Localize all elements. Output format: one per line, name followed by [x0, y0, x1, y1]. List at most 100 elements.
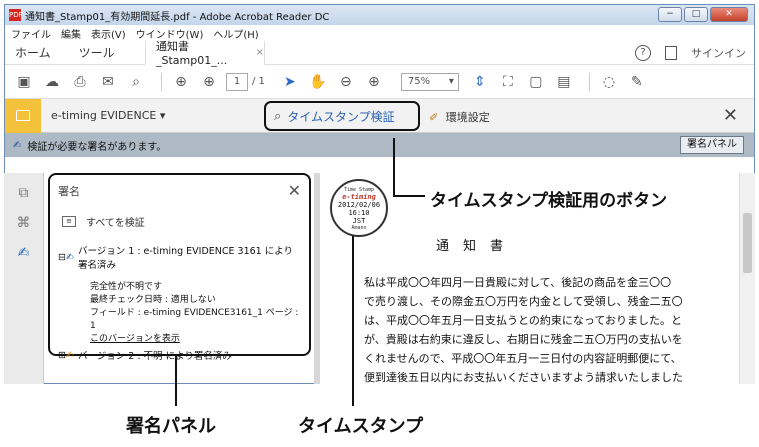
signature-unknown-icon-2: ✍ — [65, 349, 74, 361]
pages-icon[interactable]: ⧉ — [19, 185, 29, 201]
field-info: フィールド : e-timing EVIDENCE3161_1 ページ : 1 — [90, 308, 299, 331]
full-screen-icon[interactable]: ⛶ — [497, 71, 519, 93]
stamp-date: 2012/02/06 — [337, 201, 381, 209]
zoom-select[interactable]: 75% — [400, 72, 459, 91]
stamp-search-icon: ⌕ — [274, 108, 282, 124]
upload-cloud-icon[interactable]: ☁ — [41, 71, 63, 93]
zoom-in-icon[interactable]: ⊕ — [363, 71, 385, 93]
callout-line-panel — [175, 356, 177, 406]
hand-tool-icon[interactable]: ✋ — [307, 71, 329, 93]
stamp-zone: JST — [352, 217, 366, 225]
read-mode-icon[interactable]: ▢ — [525, 71, 547, 93]
maximize-button[interactable]: □ — [684, 7, 708, 22]
close-tab-icon[interactable]: × — [256, 47, 264, 58]
vertical-scrollbar[interactable] — [739, 173, 755, 384]
menu-file[interactable]: ファイル — [11, 26, 51, 41]
time-stamp-seal: Time Stamp e-timing 2012/02/06 16:10 JST… — [330, 179, 388, 237]
page-number-input[interactable]: 1 — [226, 72, 248, 91]
verify-all-label: すべてを検証 — [86, 218, 145, 229]
settings-label: 環境設定 — [445, 111, 490, 124]
collapse-icon[interactable]: ⊟ — [58, 252, 66, 263]
window-title: 通知書_Stamp01_有効期間延長.pdf - Adobe Acrobat R… — [25, 11, 330, 23]
document-title: 通知書 — [436, 239, 518, 254]
scrollbar-thumb[interactable] — [743, 213, 752, 273]
signature-panel: 署名 ✕ ≡ すべてを検証 ⊟ ✍ バージョン 1 : e-timing EVI… — [48, 173, 311, 362]
signature-bar: ✍ 検証が必要な署名があります。 署名パネル — [5, 133, 754, 157]
folder-icon[interactable] — [5, 98, 41, 133]
evidence-plugin-bar: e-timing EVIDENCE ▾ ⌕ タイムスタンプ検証 ✐ 環境設定 ✕ — [5, 98, 754, 133]
signature-warning-icon: ✍ — [13, 139, 22, 151]
save-icon[interactable]: ▣ — [13, 71, 35, 93]
search-icon[interactable]: ⌕ — [125, 71, 147, 93]
toolbar: ▣ ☁ ⎙ ✉ ⌕ ⊕ ⊕ 1 / 1 ➤ ✋ ⊖ ⊕ 75% ⇕ ⛶ ▢ ▤ … — [5, 65, 754, 99]
toolbar-divider-2 — [588, 72, 590, 91]
document-tab-label: 通知書_Stamp01_... — [156, 39, 228, 67]
close-panel-icon[interactable]: ✕ — [288, 181, 301, 200]
zoom-out-icon[interactable]: ⊖ — [335, 71, 357, 93]
last-check: 最終チェック日時 : 適用しない — [90, 295, 216, 305]
menu-bar: ファイル 編集 表示(V) ウインドウ(W) ヘルプ(H) — [5, 25, 754, 41]
pen-icon[interactable]: ✎ — [626, 71, 648, 93]
document-body: 私は平成〇〇年四月一日貴殿に対して、後記の商品を金三〇〇 で売り渡し、その際金五… — [364, 273, 737, 384]
pdf-app-icon: PDF — [9, 9, 23, 21]
verify-all-button[interactable]: ≡ すべてを検証 — [58, 214, 301, 229]
minimize-button[interactable]: − — [658, 7, 682, 22]
fit-page-icon[interactable]: ⇕ — [469, 71, 491, 93]
timestamp-verify-label: タイムスタンプ検証 — [287, 109, 395, 124]
stamp-logo: e-timing — [342, 193, 376, 201]
attachment-icon[interactable]: ⌘ — [17, 215, 31, 231]
select-arrow-icon[interactable]: ➤ — [279, 71, 301, 93]
signature-panel-button[interactable]: 署名パネル — [680, 136, 744, 154]
toolbar-divider — [161, 72, 162, 91]
callout-signature-panel: 署名パネル — [126, 416, 216, 437]
callout-line-stamp — [352, 236, 354, 406]
tab-document[interactable]: 通知書_Stamp01_... × — [145, 39, 265, 67]
help-icon[interactable]: ? — [635, 45, 651, 61]
version1-label: バージョン 1 : e-timing EVIDENCE 3161 により署名済み — [77, 246, 294, 271]
plugin-dropdown[interactable]: e-timing EVIDENCE ▾ — [51, 109, 165, 122]
title-bar: PDF 通知書_Stamp01_有効期間延長.pdf - Adobe Acrob… — [5, 5, 754, 25]
body-line: 便到達後五日以内にお支払いくださいますよう請求いたしました — [364, 371, 683, 384]
integrity-status: 完全性が不明です — [90, 282, 163, 292]
tab-tools[interactable]: ツール — [79, 44, 115, 61]
stamp-bottom-text: Amano — [351, 225, 367, 231]
settings-button[interactable]: ✐ 環境設定 — [429, 109, 490, 125]
signin-link[interactable]: サインイン — [691, 45, 746, 61]
close-plugin-icon[interactable]: ✕ — [723, 105, 738, 126]
email-icon[interactable]: ✉ — [97, 71, 119, 93]
body-line: で売り渡し、その際金五〇万円を内金として受領し、残金二五〇 — [364, 295, 683, 308]
tab-home[interactable]: ホーム — [15, 44, 51, 61]
body-line: は、平成〇〇年五月一日支払うとの約束になっておりました。と — [364, 314, 683, 327]
expand-icon[interactable]: ⊞ — [58, 350, 66, 361]
signature-icon[interactable]: ✍ — [18, 245, 30, 261]
callout-line-ts-horizontal — [393, 195, 425, 197]
left-rail: ⧉ ⌘ ✍ — [4, 173, 44, 384]
timestamp-verify-button[interactable]: ⌕ タイムスタンプ検証 — [264, 101, 420, 131]
page-down-icon[interactable]: ⊕ — [198, 71, 220, 93]
body-line: が、貴殿は右約束に違反し、右期日に残金二五〇万円の支払いを — [364, 333, 683, 346]
settings-icon: ✐ — [429, 111, 439, 124]
signature-details: 完全性が不明です 最終チェック日時 : 適用しない フィールド : e-timi… — [58, 281, 301, 346]
show-version-link[interactable]: このバージョンを表示 — [90, 333, 301, 346]
body-line: くれませんので、平成〇〇年五月一三日付の内容証明郵便にて、 — [364, 352, 682, 365]
tab-bar: ホーム ツール 通知書_Stamp01_... × ? サインイン — [5, 39, 754, 67]
signature-version-1[interactable]: ⊟ ✍ バージョン 1 : e-timing EVIDENCE 3161 により… — [58, 243, 301, 271]
scroll-mode-icon[interactable]: ▤ — [553, 71, 575, 93]
comment-icon[interactable]: ◌ — [598, 71, 620, 93]
options-menu-icon[interactable]: ≡ — [62, 216, 76, 227]
callout-timestamp-button: タイムスタンプ検証用のボタン — [430, 191, 668, 211]
stamp-time: 16:10 — [348, 209, 370, 217]
close-window-button[interactable]: ✕ — [710, 7, 748, 22]
tab-bar-right: ? サインイン — [635, 45, 746, 61]
page-up-icon[interactable]: ⊕ — [170, 71, 192, 93]
signature-panel-title: 署名 — [58, 184, 80, 198]
page-total: / 1 — [252, 76, 265, 87]
mobile-link-icon[interactable] — [665, 46, 677, 60]
version2-label: バージョン 2 : 不明 により署名済み — [77, 351, 232, 362]
signature-unknown-icon: ✍ — [65, 251, 74, 263]
signature-message: 検証が必要な署名があります。 — [27, 141, 167, 153]
signature-version-2[interactable]: ⊞ ✍ バージョン 2 : 不明 により署名済み — [58, 348, 301, 363]
menu-edit[interactable]: 編集 — [61, 26, 81, 41]
menu-view[interactable]: 表示(V) — [91, 26, 126, 41]
print-icon[interactable]: ⎙ — [69, 71, 91, 93]
